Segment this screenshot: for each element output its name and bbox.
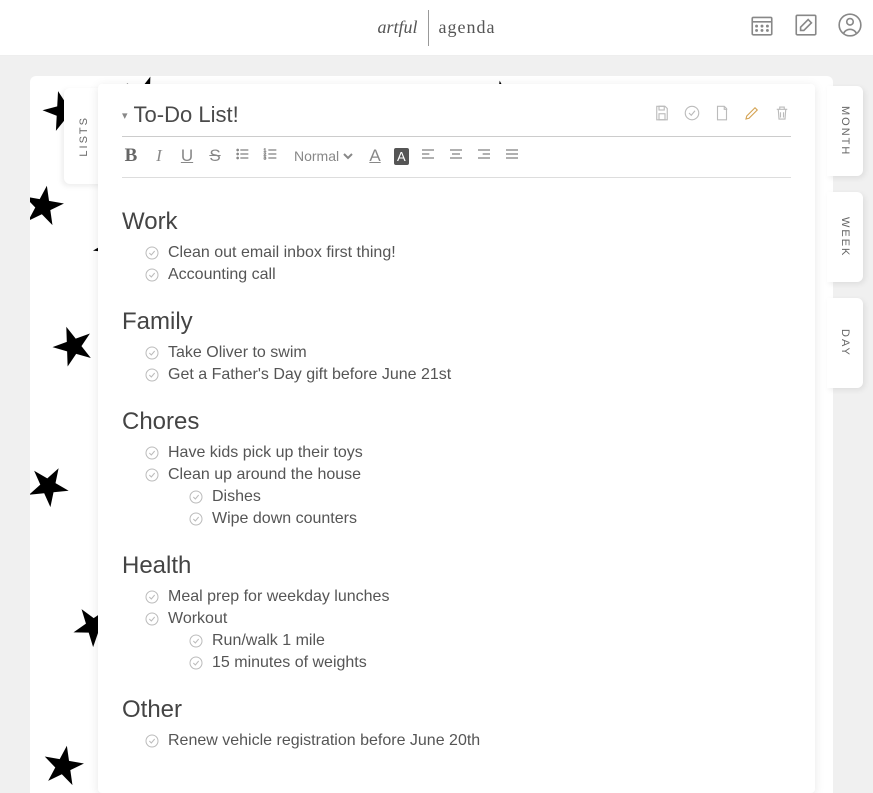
task-item[interactable]: Take Oliver to swim — [144, 344, 791, 362]
edit-icon[interactable] — [793, 12, 819, 43]
task-text[interactable]: Clean up around the house — [168, 466, 361, 484]
tab-lists-label: LISTS — [78, 116, 90, 157]
sections-container[interactable]: Work Clean out email inbox first thing! Ac… — [122, 208, 791, 750]
section: Health Meal prep for weekday lunches Worko… — [122, 552, 791, 672]
checkbox-icon[interactable] — [188, 489, 204, 505]
section-heading[interactable]: Work — [122, 208, 791, 236]
task-item[interactable]: Wipe down counters — [188, 510, 791, 528]
checkbox-icon[interactable] — [188, 511, 204, 527]
logo-right: agenda — [439, 17, 496, 38]
document-icon[interactable] — [713, 104, 731, 127]
checkbox-icon[interactable] — [144, 345, 160, 361]
tab-day-label: DAY — [839, 329, 851, 357]
star-decoration: ★ — [30, 448, 84, 523]
task-text[interactable]: Meal prep for weekday lunches — [168, 588, 389, 606]
checkbox-icon[interactable] — [144, 589, 160, 605]
pencil-icon[interactable] — [743, 104, 761, 127]
logo-left: artful — [378, 17, 418, 38]
task-item[interactable]: Accounting call — [144, 266, 791, 284]
task-item[interactable]: Renew vehicle registration before June 2… — [144, 732, 791, 750]
tab-month-label: MONTH — [839, 106, 851, 156]
highlight-button[interactable]: A — [394, 148, 409, 165]
section-heading[interactable]: Family — [122, 308, 791, 336]
trash-icon[interactable] — [773, 104, 791, 127]
title-underline — [122, 136, 791, 137]
calendar-icon[interactable] — [749, 12, 775, 43]
title-action-icons — [653, 104, 791, 127]
checkbox-icon[interactable] — [144, 733, 160, 749]
section-heading[interactable]: Health — [122, 552, 791, 580]
section: Work Clean out email inbox first thing! Ac… — [122, 208, 791, 284]
task-text[interactable]: Take Oliver to swim — [168, 344, 307, 362]
tab-week-label: WEEK — [839, 217, 851, 257]
text-color-button[interactable]: A — [366, 146, 384, 166]
checkbox-icon[interactable] — [144, 445, 160, 461]
section: Family Take Oliver to swim Get a Father's … — [122, 308, 791, 384]
align-center-button[interactable] — [447, 146, 465, 167]
planner-area: ★★★★★★★★★★★★★★★★★★★★★★★★★★★★★★★★★★★★★ LI… — [0, 56, 873, 793]
task-item[interactable]: Clean out email inbox first thing! — [144, 244, 791, 262]
editor-toolbar: B I U S 123 Normal A A — [122, 145, 791, 178]
checkbox-icon[interactable] — [188, 633, 204, 649]
section-heading[interactable]: Other — [122, 696, 791, 724]
task-text[interactable]: 15 minutes of weights — [212, 654, 367, 672]
logo: artful agenda — [378, 10, 496, 46]
svg-text:3: 3 — [264, 155, 267, 160]
task-text[interactable]: Get a Father's Day gift before June 21st — [168, 366, 451, 384]
header-icons — [749, 12, 863, 43]
check-circle-icon[interactable] — [683, 104, 701, 127]
logo-divider — [428, 10, 429, 46]
numbered-list-button[interactable]: 123 — [262, 146, 280, 167]
task-text[interactable]: Have kids pick up their toys — [168, 444, 363, 462]
title-left: ▾ To-Do List! — [122, 102, 239, 128]
tab-week[interactable]: WEEK — [827, 192, 863, 282]
task-text[interactable]: Dishes — [212, 488, 261, 506]
page-title[interactable]: To-Do List! — [134, 102, 239, 128]
format-select[interactable]: Normal — [290, 147, 356, 165]
save-icon[interactable] — [653, 104, 671, 127]
checkbox-icon[interactable] — [188, 655, 204, 671]
bold-button[interactable]: B — [122, 145, 140, 167]
task-text[interactable]: Workout — [168, 610, 227, 628]
checkbox-icon[interactable] — [144, 245, 160, 261]
task-text[interactable]: Run/walk 1 mile — [212, 632, 325, 650]
section-heading[interactable]: Chores — [122, 408, 791, 436]
align-left-button[interactable] — [419, 146, 437, 167]
checkbox-icon[interactable] — [144, 467, 160, 483]
title-row: ▾ To-Do List! — [122, 102, 791, 128]
task-item[interactable]: Dishes — [188, 488, 791, 506]
profile-icon[interactable] — [837, 12, 863, 43]
dropdown-caret-icon[interactable]: ▾ — [122, 109, 128, 122]
task-item[interactable]: Run/walk 1 mile — [188, 632, 791, 650]
task-text[interactable]: Renew vehicle registration before June 2… — [168, 732, 480, 750]
list-page: ▾ To-Do List! B I U S 123 Normal A — [98, 84, 815, 793]
strikethrough-button[interactable]: S — [206, 146, 224, 166]
task-item[interactable]: Meal prep for weekday lunches — [144, 588, 791, 606]
star-decoration: ★ — [35, 732, 91, 793]
italic-button[interactable]: I — [150, 146, 168, 166]
align-right-button[interactable] — [475, 146, 493, 167]
section: Other Renew vehicle registration before J… — [122, 696, 791, 750]
side-tabs: MONTH WEEK DAY — [827, 86, 863, 388]
task-item[interactable]: Have kids pick up their toys — [144, 444, 791, 462]
checkbox-icon[interactable] — [144, 267, 160, 283]
checkbox-icon[interactable] — [144, 367, 160, 383]
task-item[interactable]: Clean up around the house — [144, 466, 791, 484]
align-justify-button[interactable] — [503, 146, 521, 167]
underline-button[interactable]: U — [178, 146, 196, 166]
star-decoration: ★ — [41, 310, 105, 382]
task-item[interactable]: Workout — [144, 610, 791, 628]
app-header: artful agenda — [0, 0, 873, 56]
task-text[interactable]: Clean out email inbox first thing! — [168, 244, 396, 262]
task-text[interactable]: Accounting call — [168, 266, 276, 284]
task-item[interactable]: Get a Father's Day gift before June 21st — [144, 366, 791, 384]
tab-day[interactable]: DAY — [827, 298, 863, 388]
tab-month[interactable]: MONTH — [827, 86, 863, 176]
task-text[interactable]: Wipe down counters — [212, 510, 357, 528]
checkbox-icon[interactable] — [144, 611, 160, 627]
task-item[interactable]: 15 minutes of weights — [188, 654, 791, 672]
section: Chores Have kids pick up their toys Clean … — [122, 408, 791, 528]
bullet-list-button[interactable] — [234, 146, 252, 167]
